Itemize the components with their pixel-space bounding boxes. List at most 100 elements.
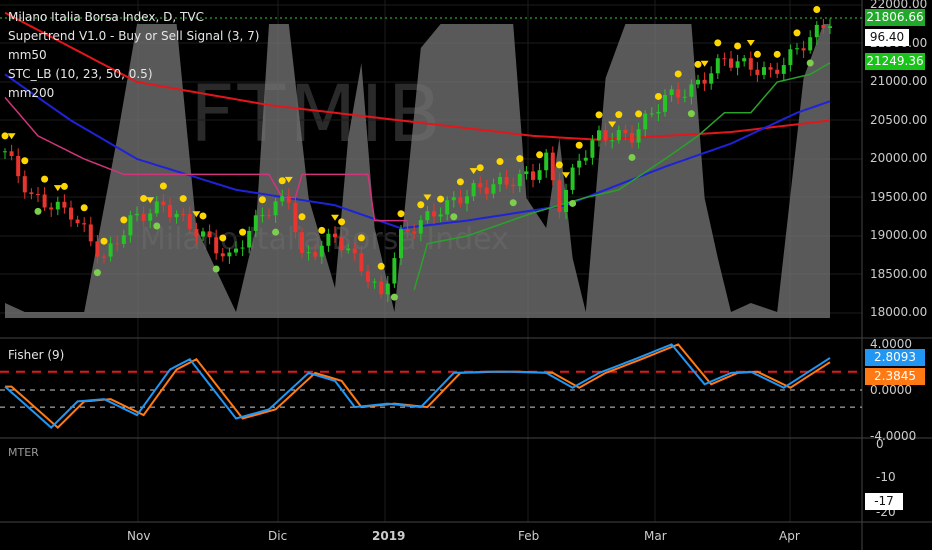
candle-body [498, 176, 502, 185]
hist-value-tag: -17 [865, 493, 903, 510]
candle-body [616, 129, 621, 141]
candle-body [432, 211, 436, 217]
candle-body [88, 224, 93, 242]
candle-body [550, 152, 555, 181]
signal-dot [338, 218, 346, 226]
signal-dot [516, 155, 524, 163]
candle-body [385, 283, 390, 295]
candle-body [36, 194, 40, 196]
candle-body [194, 228, 199, 237]
main-legend: Milano Italia Borsa Index, D, TVC Supert… [8, 8, 259, 103]
signal-dot [258, 196, 266, 204]
candle-body [722, 58, 727, 60]
candle-body [471, 183, 476, 197]
candle-body [517, 174, 522, 187]
signal-dot [219, 234, 227, 242]
signal-dot-green [509, 199, 517, 207]
candle-body [168, 204, 172, 218]
candle-body [524, 171, 529, 175]
candle-body [577, 160, 582, 168]
trigger-value-tag: 2.3845 [865, 368, 925, 385]
fisher-line [4, 343, 831, 429]
signal-dot [674, 70, 682, 78]
candle-body [121, 235, 126, 244]
candle-body [22, 176, 27, 193]
candle-body [689, 84, 694, 97]
candle-body [379, 281, 384, 295]
signal-dot [635, 110, 643, 118]
signal-dot [793, 29, 801, 37]
candle-body [319, 245, 324, 257]
candle-body [828, 26, 832, 28]
candle-body [570, 167, 575, 190]
candle-body [300, 232, 304, 253]
candle-body [583, 157, 588, 161]
candle-body [656, 111, 661, 114]
candle-body [29, 192, 34, 195]
candle-body [531, 171, 535, 180]
candle-body [102, 256, 106, 258]
price-tick: 20000.00 [870, 151, 928, 165]
candle-body [788, 49, 793, 66]
signal-triangle [331, 214, 339, 221]
candle-body [359, 253, 364, 272]
signal-dot [159, 182, 167, 190]
candle-body [260, 215, 265, 217]
signal-dot [753, 50, 761, 58]
candle-body [115, 243, 120, 245]
candle-body [95, 241, 100, 257]
signal-dot [654, 92, 662, 100]
hist-legend[interactable]: MTER [8, 446, 39, 459]
candle-body [412, 231, 417, 234]
signal-dot [417, 201, 425, 209]
candle-body [425, 211, 430, 221]
signal-dot [734, 42, 742, 50]
candle-body [333, 233, 337, 238]
legend-mm50[interactable]: mm50 [8, 46, 259, 65]
candle-body [603, 130, 608, 141]
x-tick-2019: 2019 [372, 529, 406, 543]
signal-dot-green [153, 222, 161, 230]
candle-body [636, 129, 641, 143]
x-tick-apr: Apr [779, 529, 800, 543]
candle-body [9, 151, 14, 156]
candle-body [814, 24, 819, 38]
candle-body [669, 89, 674, 95]
candle-body [748, 58, 753, 70]
signal-dot-green [569, 199, 577, 207]
signal-dot [555, 161, 563, 169]
signal-dot [456, 178, 464, 186]
candle-body [590, 140, 595, 158]
legend-stc[interactable]: STC_LB (10, 23, 50, 0.5) [8, 65, 259, 84]
candle-body [62, 201, 67, 208]
signal-dot [140, 194, 148, 202]
candle-body [352, 248, 357, 254]
signal-dot [1, 132, 9, 140]
candle-body [808, 37, 813, 51]
countdown-tag: 96.40 [865, 29, 909, 46]
candle-body [709, 73, 714, 84]
candle-body [240, 247, 245, 249]
candle-body [735, 61, 740, 68]
fisher-legend[interactable]: Fisher (9) [8, 348, 64, 362]
legend-title[interactable]: Milano Italia Borsa Index, D, TVC [8, 8, 259, 27]
legend-supertrend[interactable]: Supertrend V1.0 - Buy or Sell Signal (3,… [8, 27, 259, 46]
candle-body [214, 237, 219, 254]
x-tick-feb: Feb [518, 529, 540, 543]
candle-body [207, 231, 212, 238]
candle-body [3, 151, 7, 153]
candle-body [128, 215, 133, 236]
signal-dot-green [93, 269, 101, 277]
signal-dot-green [450, 213, 458, 221]
candle-body [438, 214, 443, 217]
candle-body [478, 183, 483, 188]
candle-body [821, 24, 826, 28]
candle-body [16, 155, 21, 177]
candle-body [504, 176, 509, 185]
candle-body [544, 152, 549, 171]
candle-body [234, 248, 238, 253]
signal-dot [179, 195, 187, 203]
candle-body [187, 214, 192, 229]
candle-body [715, 58, 720, 74]
legend-mm200[interactable]: mm200 [8, 84, 259, 103]
